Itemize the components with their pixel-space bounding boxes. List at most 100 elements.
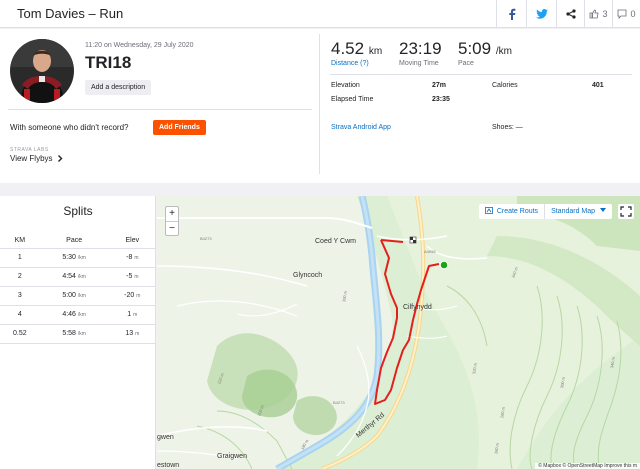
split-pace: 5:58 /km	[39, 324, 109, 344]
split-pace: 5:00 /km	[39, 286, 109, 306]
road-label-b4273: B4273	[200, 236, 212, 241]
moving-time-label: Moving Time	[399, 60, 439, 67]
create-route-button[interactable]: Create Routs	[479, 204, 544, 219]
share-icon	[565, 9, 576, 19]
finish-marker	[409, 236, 417, 244]
splits-title: Splits	[63, 204, 93, 218]
stat-moving-time: 23:19 Moving Time	[399, 39, 442, 67]
split-pace: 5:30 /km	[39, 248, 109, 268]
device-link[interactable]: Strava Android App	[331, 124, 391, 131]
activity-datetime: 11:20 on Wednesday, 29 July 2020	[85, 42, 194, 49]
start-marker	[439, 260, 449, 270]
road-label-b4273: B4273	[333, 400, 345, 405]
place-label-cilfynydd: Cilfynydd	[403, 304, 432, 311]
comment-icon	[618, 9, 627, 19]
place-label-estown: estown	[157, 462, 180, 469]
calories-label: Calories	[492, 82, 518, 89]
table-row: 2 4:54 /km -5 m	[0, 267, 156, 287]
thumbs-up-icon	[590, 9, 599, 19]
comment-button[interactable]: 0	[612, 0, 640, 28]
split-elev: 1 m	[108, 305, 156, 325]
place-label-glyncoch: Glyncoch	[293, 272, 323, 279]
elapsed-time-value: 23:35	[432, 96, 450, 103]
splits-panel: Splits KM Pace Elev 1 5:30 /km -8 m 2 4:…	[0, 196, 156, 469]
activity-summary: 11:20 on Wednesday, 29 July 2020 TRI18 A…	[0, 29, 640, 183]
split-km: 1	[0, 248, 40, 268]
view-flybys-label: View Flybys	[10, 154, 53, 163]
split-km: 0.52	[0, 324, 40, 344]
split-pace: 4:54 /km	[39, 267, 109, 287]
stat-distance: 4.52 km Distance (?)	[331, 39, 382, 67]
split-elev: -5 m	[108, 267, 156, 287]
zoom-in-button[interactable]: +	[166, 207, 178, 221]
zoom-out-button[interactable]: −	[166, 221, 178, 235]
column-header-pace: Pace	[39, 234, 109, 249]
calories-value: 401	[592, 82, 604, 89]
split-km: 2	[0, 267, 40, 287]
stat-pace: 5:09 /km Pace	[458, 39, 512, 67]
split-elev: 13 m	[108, 324, 156, 344]
table-row: 4 4:46 /km 1 m	[0, 305, 156, 325]
zoom-control: + −	[165, 206, 179, 236]
map-toolbar: Create Routs Standard Map	[478, 204, 612, 219]
divider	[330, 74, 632, 75]
distance-unit: km	[368, 46, 383, 57]
distance-label[interactable]: Distance (?)	[331, 60, 382, 67]
split-elev: -8 m	[108, 248, 156, 268]
place-label-graigwen: Graigwen	[217, 453, 247, 460]
athlete-photo	[10, 39, 74, 103]
splits-header-row: KM Pace Elev	[0, 234, 156, 249]
strava-labs-label: STRAVA LABS	[10, 147, 49, 153]
elevation-label: Elevation	[331, 82, 360, 89]
column-header-km: KM	[0, 234, 40, 249]
map-type-label: Standard Map	[551, 208, 596, 215]
table-row: 3 5:00 /km -20 m	[0, 286, 156, 306]
place-label-gwen: gwen	[157, 434, 174, 441]
twitter-share-button[interactable]	[526, 0, 556, 28]
table-row: 0.52 5:58 /km 13 m	[0, 324, 156, 344]
map-canvas	[157, 196, 640, 469]
facebook-icon	[508, 8, 515, 20]
kudos-button[interactable]: 3	[584, 0, 612, 28]
summary-divider	[319, 34, 320, 174]
activity-header: Tom Davies – Run 3 0	[0, 0, 640, 28]
add-friends-button[interactable]: Add Friends	[153, 120, 206, 135]
add-description-button[interactable]: Add a description	[85, 80, 152, 95]
route-icon	[484, 207, 493, 214]
split-km: 3	[0, 286, 40, 306]
map-type-select[interactable]: Standard Map	[544, 204, 612, 219]
kudos-count: 3	[602, 9, 608, 19]
road-label-a4058: A4058	[424, 249, 436, 254]
header-actions: 3 0	[496, 0, 640, 28]
pace-unit: /km	[495, 46, 512, 57]
split-elev: -20 m	[108, 286, 156, 306]
twitter-icon	[535, 9, 548, 19]
divider	[8, 109, 312, 110]
distance-value: 4.52	[331, 39, 365, 58]
elevation-value: 27m	[432, 82, 447, 89]
chevron-down-icon	[600, 208, 606, 212]
place-label-coed-y-cwm: Coed Y Cwm	[315, 238, 356, 245]
split-pace: 4:46 /km	[39, 305, 109, 325]
chevron-right-icon	[57, 155, 63, 162]
activity-name: TRI18	[85, 53, 132, 72]
fullscreen-button[interactable]	[618, 204, 634, 219]
route-map[interactable]: + − Create Routs Standard Map Coed Y Cwm…	[157, 196, 640, 469]
facebook-share-button[interactable]	[496, 0, 526, 28]
pace-value: 5:09	[458, 39, 492, 58]
page-title: Tom Davies – Run	[17, 6, 124, 21]
create-route-label: Create Routs	[496, 208, 539, 215]
column-header-elev: Elev	[108, 234, 156, 249]
avatar[interactable]	[10, 39, 74, 103]
map-attribution[interactable]: © Mapbox © OpenStreetMap Improve this m	[535, 463, 640, 469]
view-flybys-link[interactable]: View Flybys	[10, 154, 63, 163]
moving-time-value: 23:19	[399, 39, 442, 58]
share-button[interactable]	[556, 0, 584, 28]
splits-table: KM Pace Elev 1 5:30 /km -8 m 2 4:54 /km …	[0, 234, 156, 344]
split-km: 4	[0, 305, 40, 325]
someone-prompt: With someone who didn't record?	[10, 123, 129, 132]
pace-label: Pace	[458, 60, 474, 67]
comment-count: 0	[630, 9, 636, 19]
elapsed-time-label: Elapsed Time	[331, 96, 374, 103]
table-row: 1 5:30 /km -8 m	[0, 248, 156, 268]
